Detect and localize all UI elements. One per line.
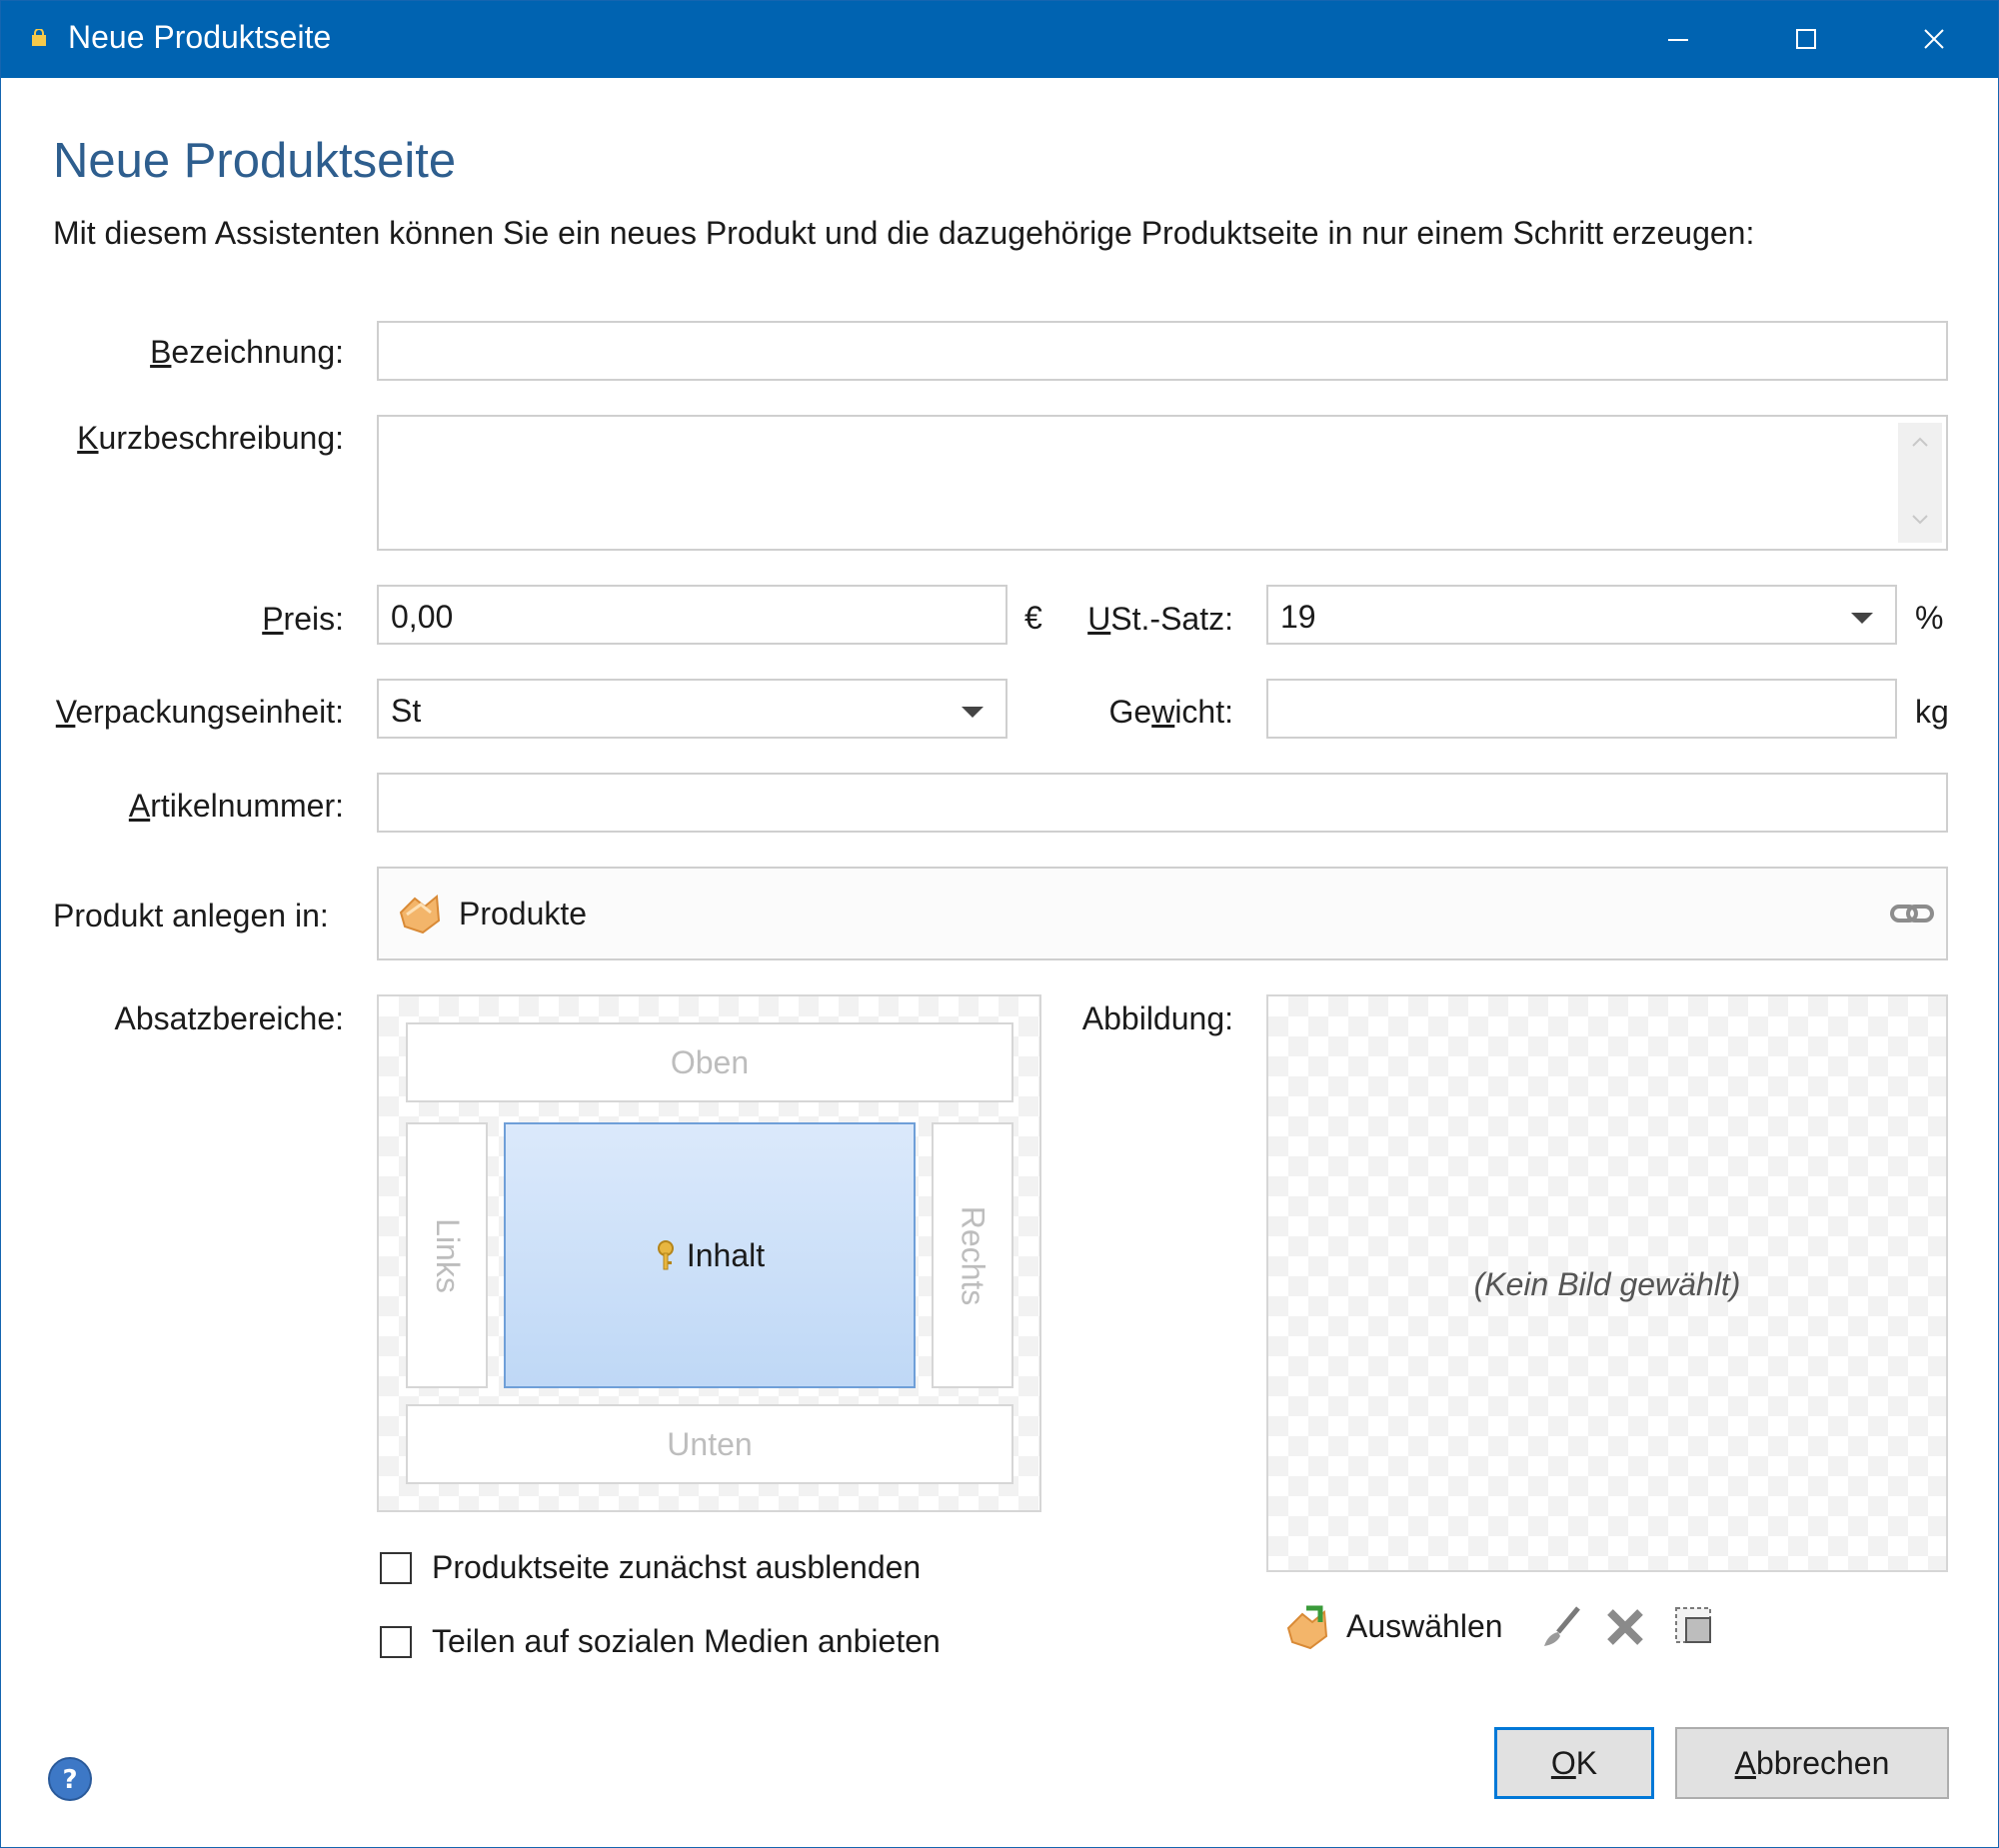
percent-unit: %: [1915, 600, 1944, 636]
abbildung-label: Abbildung:: [1081, 1000, 1233, 1036]
ust-select[interactable]: 19: [1266, 585, 1897, 645]
shopping-bag-icon: [32, 29, 46, 46]
help-icon[interactable]: ?: [47, 1756, 93, 1802]
brush-icon[interactable]: [1538, 1604, 1584, 1650]
ust-label: USt.-Satz:: [1087, 601, 1233, 637]
page-title: Neue Produktseite: [53, 134, 457, 188]
scroll-up-icon[interactable]: [1912, 437, 1928, 447]
anlegen-value: Produkte: [459, 896, 588, 931]
dialog-window: Neue Produktseite Neue Produktseite Mit …: [0, 0, 1999, 1848]
absatz-layout-panel: Oben Links Inhalt Rechts Unten: [377, 994, 1041, 1512]
image-preview[interactable]: (Kein Bild gewählt): [1266, 994, 1948, 1572]
anlegen-location-picker[interactable]: Produkte: [377, 867, 1948, 960]
area-rechts[interactable]: Rechts: [932, 1122, 1013, 1388]
intro-text: Mit diesem Assistenten können Sie ein ne…: [53, 215, 1755, 251]
preis-label: Preis:: [262, 601, 344, 637]
artikelnummer-input[interactable]: [377, 773, 1948, 833]
kurzbeschreibung-textarea[interactable]: [377, 415, 1948, 551]
chevron-down-icon: [962, 707, 984, 718]
verpackung-label: Verpackungseinheit:: [55, 694, 344, 730]
area-links[interactable]: Links: [406, 1122, 488, 1388]
cancel-button[interactable]: Abbrechen: [1675, 1727, 1949, 1799]
crop-image-icon[interactable]: [1672, 1604, 1716, 1648]
social-share-label: Teilen auf sozialen Medien anbieten: [432, 1623, 941, 1659]
gewicht-input[interactable]: [1266, 679, 1897, 739]
gewicht-label: Gewicht:: [1108, 694, 1233, 730]
close-icon: [1924, 29, 1944, 49]
anlegen-label: Produkt anlegen in:: [53, 898, 329, 933]
window-title: Neue Produktseite: [68, 19, 332, 55]
select-image-button[interactable]: Auswählen: [1284, 1600, 1514, 1656]
key-icon: [657, 1240, 674, 1270]
social-share-checkbox[interactable]: [380, 1626, 412, 1658]
delete-icon[interactable]: [1604, 1606, 1646, 1648]
kg-unit: kg: [1915, 694, 1949, 730]
bezeichnung-input[interactable]: [377, 321, 1948, 381]
maximize-icon: [1796, 29, 1816, 49]
scrollbar[interactable]: [1898, 423, 1942, 543]
hide-productpage-checkbox[interactable]: [380, 1552, 412, 1584]
absatz-label: Absatzbereiche:: [114, 1000, 344, 1036]
link-icon[interactable]: [1890, 901, 1934, 926]
select-image-label: Auswählen: [1346, 1608, 1503, 1644]
product-folder-icon: [399, 895, 441, 934]
close-button[interactable]: [1870, 1, 1998, 78]
scroll-down-icon[interactable]: [1912, 515, 1928, 525]
area-inhalt[interactable]: Inhalt: [504, 1122, 916, 1388]
maximize-button[interactable]: [1742, 1, 1870, 78]
minimize-button[interactable]: [1614, 1, 1742, 78]
svg-text:?: ?: [62, 1765, 77, 1795]
hide-productpage-label: Produktseite zunächst ausblenden: [432, 1549, 922, 1585]
title-bar: Neue Produktseite: [1, 1, 1998, 78]
chevron-down-icon: [1851, 613, 1873, 624]
area-oben[interactable]: Oben: [406, 1022, 1013, 1102]
area-unten[interactable]: Unten: [406, 1404, 1013, 1484]
kurzbeschreibung-label: Kurzbeschreibung:: [77, 420, 344, 456]
preis-input[interactable]: 0,00: [377, 585, 1007, 645]
minimize-icon: [1668, 39, 1688, 41]
euro-unit: €: [1024, 600, 1042, 636]
select-image-icon: [1286, 1605, 1328, 1650]
verpackung-select[interactable]: St: [377, 679, 1007, 739]
no-image-placeholder: (Kein Bild gewählt): [1473, 1266, 1741, 1302]
ok-button[interactable]: OK: [1494, 1727, 1654, 1799]
artikelnummer-label: Artikelnummer:: [128, 788, 344, 824]
bezeichnung-label: Bezeichnung:: [150, 334, 344, 370]
